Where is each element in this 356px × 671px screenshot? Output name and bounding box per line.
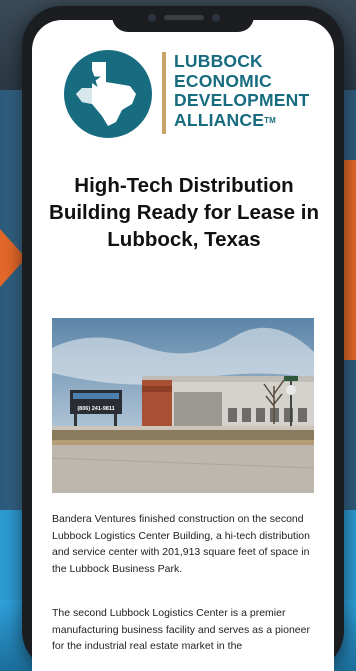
trademark-mark: TM xyxy=(264,115,277,125)
phone-notch xyxy=(112,6,254,32)
logo-divider xyxy=(162,52,166,134)
sensor-icon xyxy=(212,14,220,22)
logo-line-3: DEVELOPMENT xyxy=(174,90,310,110)
sign-phone: (806) 241-9811 xyxy=(77,406,114,412)
article-paragraph-1: Bandera Ventures finished construction o… xyxy=(52,513,310,575)
logo-line-1: LUBBOCK xyxy=(174,51,263,71)
logo-line-2: ECONOMIC xyxy=(174,70,272,91)
scroll-fade xyxy=(32,647,334,671)
phone-screen[interactable]: LUBBOCK ECONOMIC DEVELOPMENT ALLIANCETM … xyxy=(32,20,334,671)
front-camera-icon xyxy=(148,14,156,22)
warehouse-building-photo: (806) 241-9811 xyxy=(52,318,314,493)
phone-frame: LUBBOCK ECONOMIC DEVELOPMENT ALLIANCETM … xyxy=(22,6,344,671)
texas-state-icon xyxy=(64,50,152,138)
article-headline: High-Tech Distribution Building Ready fo… xyxy=(49,174,319,251)
logo-wordmark: LUBBOCK ECONOMIC DEVELOPMENT ALLIANCETM xyxy=(174,51,310,130)
speaker-grille xyxy=(164,15,204,20)
article-photo[interactable]: (806) 241-9811 xyxy=(52,318,314,493)
logo-line-4: ALLIANCETM xyxy=(174,109,277,130)
leda-logo: LUBBOCK ECONOMIC DEVELOPMENT ALLIANCETM xyxy=(62,48,312,140)
